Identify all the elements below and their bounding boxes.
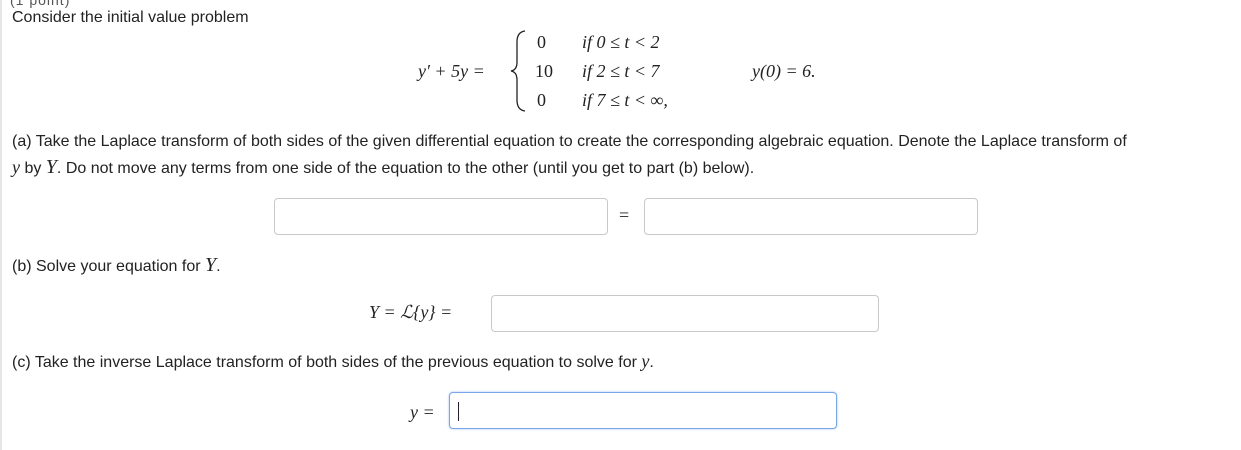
left-brace-icon xyxy=(510,30,526,112)
case-2-value: 10 xyxy=(535,61,553,81)
by-text: by xyxy=(20,160,46,177)
part-a-rest: . Do not move any terms from one side of… xyxy=(56,160,755,177)
part-a-instructions-line2: y by Y. Do not move any terms from one s… xyxy=(12,157,754,179)
period: . xyxy=(649,354,654,371)
equation-lhs: y′ + 5y = xyxy=(418,61,485,81)
part-a-instructions: (a) Take the Laplace transform of both s… xyxy=(12,133,1127,150)
equals-sign: = xyxy=(619,205,630,225)
laplace-rhs-input[interactable] xyxy=(644,198,978,235)
case-1-condition: if 0 ≤ t < 2 xyxy=(582,32,660,52)
Y-solution-input[interactable] xyxy=(491,295,879,332)
case-3-condition: if 7 ≤ t < ∞, xyxy=(582,90,668,110)
points-label: (1 point) xyxy=(10,0,71,8)
initial-condition: y(0) = 6. xyxy=(752,61,816,81)
part-b-text: (b) Solve your equation for xyxy=(12,258,205,275)
intro-text: Consider the initial value problem xyxy=(12,9,249,26)
part-c-text: (c) Take the inverse Laplace transform o… xyxy=(12,354,642,371)
var-y: y xyxy=(12,157,20,177)
page-left-border xyxy=(0,0,2,450)
y-solution-label: y = xyxy=(410,402,435,422)
Y-solution-label: Y = ℒ{y} = xyxy=(369,302,453,322)
part-c-instructions: (c) Take the inverse Laplace transform o… xyxy=(12,351,654,373)
var-Y: Y xyxy=(205,254,217,276)
part-b-instructions: (b) Solve your equation for Y. xyxy=(12,255,221,277)
case-2-condition: if 2 ≤ t < 7 xyxy=(582,61,660,81)
laplace-lhs-input[interactable] xyxy=(274,198,608,235)
case-1-value: 0 xyxy=(537,32,546,52)
var-Y: Y xyxy=(45,156,57,178)
period: . xyxy=(216,258,221,275)
y-solution-input[interactable] xyxy=(449,392,837,429)
text-caret xyxy=(458,402,459,421)
case-3-value: 0 xyxy=(537,90,546,110)
